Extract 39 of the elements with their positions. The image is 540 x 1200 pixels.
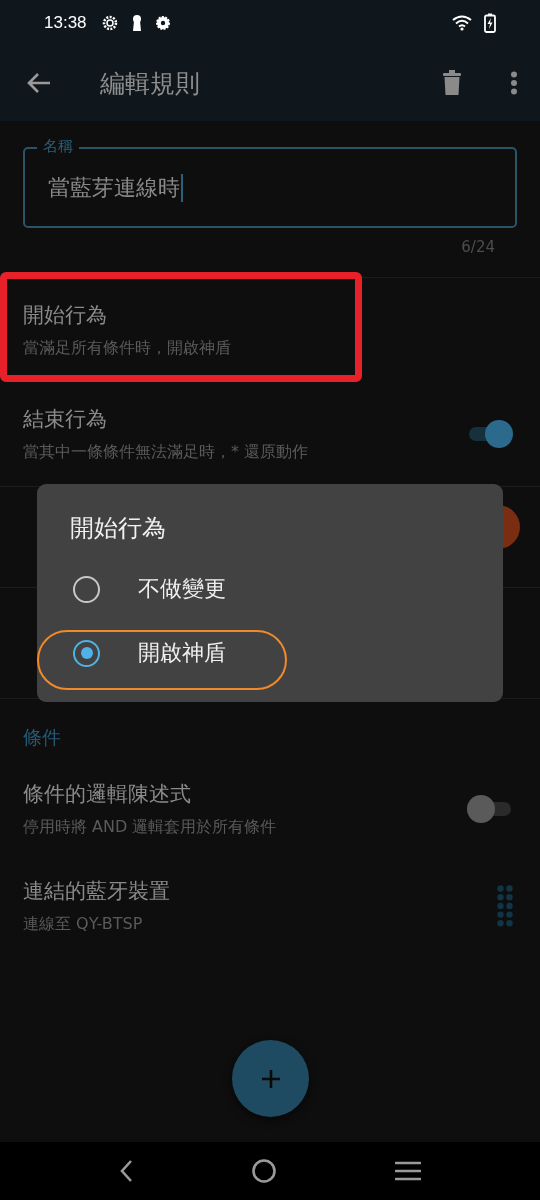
- radio-option[interactable]: 不做變更: [70, 557, 503, 621]
- row-title: 條件的邏輯陳述式: [23, 781, 192, 808]
- keyhole-icon: [130, 13, 143, 32]
- row-subtitle: 停用時將 AND 邏輯套用於所有條件: [23, 816, 278, 838]
- toggle-switch[interactable]: [467, 419, 513, 449]
- status-time: 13:38: [44, 12, 87, 33]
- toggle-switch[interactable]: [467, 794, 513, 824]
- gear-icon: [100, 13, 119, 32]
- radio-button[interactable]: [73, 639, 100, 667]
- row-subtitle: 當其中一條條件無法滿足時，* 還原動作: [23, 441, 310, 463]
- wifi-icon: [452, 14, 472, 31]
- more-options-icon[interactable]: [510, 71, 518, 95]
- setting-row[interactable]: 結束行為 當其中一條條件無法滿足時，* 還原動作: [0, 382, 540, 486]
- field-label: 名稱: [37, 136, 79, 156]
- option-label: 開啟神盾: [138, 639, 226, 667]
- menu-icon[interactable]: [395, 1161, 421, 1181]
- row-title: 開始行為: [23, 302, 108, 329]
- row-subtitle: 當滿足所有條件時，開啟神盾: [23, 337, 232, 359]
- setting-row[interactable]: 連結的藍牙裝置 連線至 QY-BTSP: [0, 859, 540, 953]
- battery-icon: [484, 12, 496, 33]
- setting-row[interactable]: 開始行為 當滿足所有條件時，開啟神盾: [0, 278, 540, 382]
- option-label: 不做變更: [138, 575, 226, 603]
- setting-row[interactable]: 條件的邏輯陳述式 停用時將 AND 邏輯套用於所有條件: [0, 759, 540, 859]
- drag-handle-icon[interactable]: [497, 885, 513, 927]
- screen-title: 編輯規則: [100, 67, 200, 100]
- row-subtitle: 連線至 QY-BTSP: [23, 913, 144, 935]
- plus-icon: [259, 1067, 282, 1090]
- character-counter: 6/24: [461, 238, 495, 256]
- radio-button[interactable]: [73, 575, 100, 603]
- dialog-title: 開始行為: [70, 513, 167, 544]
- section-header: 條件: [22, 725, 62, 750]
- settings-icon: [154, 14, 171, 31]
- row-title: 連結的藍牙裝置: [23, 878, 171, 905]
- radio-option[interactable]: 開啟神盾: [70, 621, 503, 685]
- home-icon[interactable]: [251, 1158, 277, 1184]
- back-arrow-icon[interactable]: [26, 72, 52, 94]
- trash-icon[interactable]: [442, 70, 462, 96]
- back-icon[interactable]: [119, 1159, 133, 1183]
- row-title: 結束行為: [23, 406, 108, 433]
